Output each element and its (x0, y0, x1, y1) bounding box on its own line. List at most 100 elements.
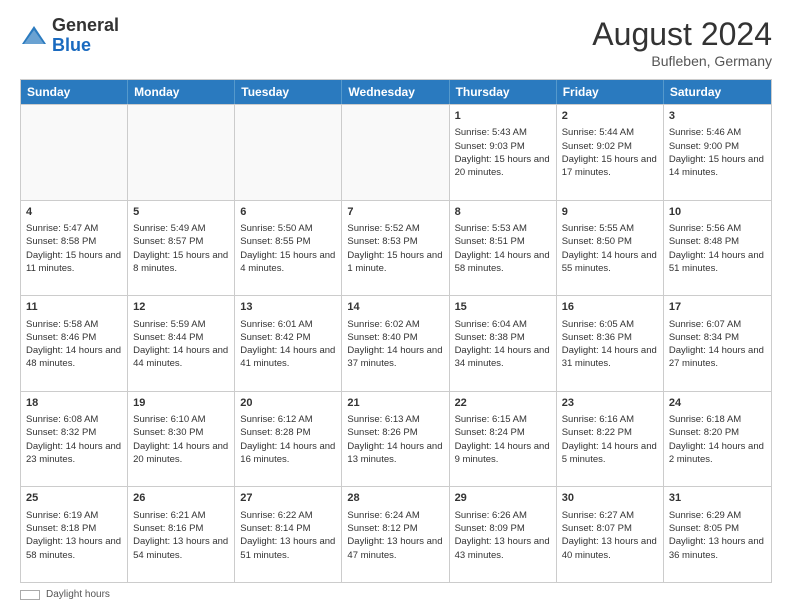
day-number: 24 (669, 396, 766, 411)
day-cell-23: 23 Sunrise: 6:16 AM Sunset: 8:22 PM Dayli… (557, 392, 664, 487)
empty-cell (21, 105, 128, 200)
calendar-week-1: 1Sunrise: 5:43 AM Sunset: 9:03 PM Daylig… (21, 104, 771, 200)
day-cell-15: 15 Sunrise: 6:04 AM Sunset: 8:38 PM Dayli… (450, 296, 557, 391)
day-info: Sunrise: 6:19 AM Sunset: 8:18 PM Dayligh… (26, 510, 121, 561)
day-number: 5 (133, 205, 229, 220)
day-cell-16: 16 Sunrise: 6:05 AM Sunset: 8:36 PM Dayli… (557, 296, 664, 391)
day-cell-19: 19Sunrise: 6:10 AM Sunset: 8:30 PM Dayli… (128, 392, 235, 487)
day-cell-26: 26 Sunrise: 6:21 AM Sunset: 8:16 PM Dayli… (128, 487, 235, 582)
day-header-friday: Friday (557, 80, 664, 104)
logo-general: General (52, 15, 119, 35)
day-cell-28: 28 Sunrise: 6:24 AM Sunset: 8:12 PM Dayli… (342, 487, 449, 582)
day-number: 29 (455, 491, 551, 506)
footer: Daylight hours (20, 589, 772, 600)
day-info: Sunrise: 6:22 AM Sunset: 8:14 PM Dayligh… (240, 510, 335, 561)
day-number: 13 (240, 300, 336, 315)
day-info: Sunrise: 6:18 AM Sunset: 8:20 PM Dayligh… (669, 414, 764, 465)
day-number: 2 (562, 109, 658, 124)
month-year: August 2024 (592, 16, 772, 53)
day-info: Sunrise: 6:05 AM Sunset: 8:36 PM Dayligh… (562, 319, 657, 370)
title-block: August 2024 Bufleben, Germany (592, 16, 772, 69)
day-info: Sunrise: 6:04 AM Sunset: 8:38 PM Dayligh… (455, 319, 550, 370)
day-cell-6: 6Sunrise: 5:50 AM Sunset: 8:55 PM Daylig… (235, 201, 342, 296)
day-info: Sunrise: 5:49 AM Sunset: 8:57 PM Dayligh… (133, 223, 228, 274)
day-cell-14: 14 Sunrise: 6:02 AM Sunset: 8:40 PM Dayli… (342, 296, 449, 391)
day-number: 8 (455, 205, 551, 220)
day-number: 26 (133, 491, 229, 506)
footer-label: Daylight hours (46, 589, 110, 600)
day-info: Sunrise: 6:08 AM Sunset: 8:32 PM Dayligh… (26, 414, 121, 465)
day-info: Sunrise: 5:44 AM Sunset: 9:02 PM Dayligh… (562, 127, 657, 178)
day-cell-25: 25Sunrise: 6:19 AM Sunset: 8:18 PM Dayli… (21, 487, 128, 582)
day-header-sunday: Sunday (21, 80, 128, 104)
day-number: 11 (26, 300, 122, 315)
day-number: 30 (562, 491, 658, 506)
calendar: SundayMondayTuesdayWednesdayThursdayFrid… (20, 79, 772, 583)
logo: General Blue (20, 16, 119, 56)
empty-cell (235, 105, 342, 200)
day-cell-10: 10Sunrise: 5:56 AM Sunset: 8:48 PM Dayli… (664, 201, 771, 296)
day-number: 16 (562, 300, 658, 315)
header: General Blue August 2024 Bufleben, Germa… (20, 16, 772, 69)
day-info: Sunrise: 5:59 AM Sunset: 8:44 PM Dayligh… (133, 319, 228, 370)
day-cell-17: 17Sunrise: 6:07 AM Sunset: 8:34 PM Dayli… (664, 296, 771, 391)
day-header-wednesday: Wednesday (342, 80, 449, 104)
day-cell-8: 8 Sunrise: 5:53 AM Sunset: 8:51 PM Daylig… (450, 201, 557, 296)
day-info: Sunrise: 6:13 AM Sunset: 8:26 PM Dayligh… (347, 414, 442, 465)
day-header-thursday: Thursday (450, 80, 557, 104)
day-info: Sunrise: 5:46 AM Sunset: 9:00 PM Dayligh… (669, 127, 764, 178)
day-number: 12 (133, 300, 229, 315)
page: General Blue August 2024 Bufleben, Germa… (0, 0, 792, 612)
day-info: Sunrise: 6:01 AM Sunset: 8:42 PM Dayligh… (240, 319, 335, 370)
calendar-body: 1Sunrise: 5:43 AM Sunset: 9:03 PM Daylig… (21, 104, 771, 582)
day-info: Sunrise: 6:07 AM Sunset: 8:34 PM Dayligh… (669, 319, 764, 370)
day-number: 6 (240, 205, 336, 220)
day-info: Sunrise: 5:53 AM Sunset: 8:51 PM Dayligh… (455, 223, 550, 274)
logo-icon (20, 22, 48, 50)
day-number: 18 (26, 396, 122, 411)
day-info: Sunrise: 5:47 AM Sunset: 8:58 PM Dayligh… (26, 223, 121, 274)
day-info: Sunrise: 6:29 AM Sunset: 8:05 PM Dayligh… (669, 510, 764, 561)
day-cell-11: 11Sunrise: 5:58 AM Sunset: 8:46 PM Dayli… (21, 296, 128, 391)
day-cell-4: 4 Sunrise: 5:47 AM Sunset: 8:58 PM Daylig… (21, 201, 128, 296)
day-cell-27: 27 Sunrise: 6:22 AM Sunset: 8:14 PM Dayli… (235, 487, 342, 582)
logo-text: General Blue (52, 16, 119, 56)
day-cell-18: 18 Sunrise: 6:08 AM Sunset: 8:32 PM Dayli… (21, 392, 128, 487)
day-cell-3: 3 Sunrise: 5:46 AM Sunset: 9:00 PM Daylig… (664, 105, 771, 200)
day-number: 7 (347, 205, 443, 220)
day-info: Sunrise: 6:21 AM Sunset: 8:16 PM Dayligh… (133, 510, 228, 561)
day-cell-30: 30 Sunrise: 6:27 AM Sunset: 8:07 PM Dayli… (557, 487, 664, 582)
day-cell-24: 24 Sunrise: 6:18 AM Sunset: 8:20 PM Dayli… (664, 392, 771, 487)
day-number: 3 (669, 109, 766, 124)
empty-cell (342, 105, 449, 200)
day-cell-22: 22Sunrise: 6:15 AM Sunset: 8:24 PM Dayli… (450, 392, 557, 487)
day-info: Sunrise: 6:16 AM Sunset: 8:22 PM Dayligh… (562, 414, 657, 465)
day-cell-29: 29 Sunrise: 6:26 AM Sunset: 8:09 PM Dayli… (450, 487, 557, 582)
day-info: Sunrise: 5:55 AM Sunset: 8:50 PM Dayligh… (562, 223, 657, 274)
empty-cell (128, 105, 235, 200)
day-number: 19 (133, 396, 229, 411)
day-number: 27 (240, 491, 336, 506)
day-number: 15 (455, 300, 551, 315)
day-number: 14 (347, 300, 443, 315)
day-header-saturday: Saturday (664, 80, 771, 104)
day-number: 28 (347, 491, 443, 506)
day-number: 23 (562, 396, 658, 411)
day-cell-5: 5 Sunrise: 5:49 AM Sunset: 8:57 PM Daylig… (128, 201, 235, 296)
calendar-week-3: 11Sunrise: 5:58 AM Sunset: 8:46 PM Dayli… (21, 295, 771, 391)
day-info: Sunrise: 6:02 AM Sunset: 8:40 PM Dayligh… (347, 319, 442, 370)
calendar-week-2: 4 Sunrise: 5:47 AM Sunset: 8:58 PM Daylig… (21, 200, 771, 296)
day-number: 1 (455, 109, 551, 124)
day-info: Sunrise: 6:24 AM Sunset: 8:12 PM Dayligh… (347, 510, 442, 561)
day-info: Sunrise: 6:26 AM Sunset: 8:09 PM Dayligh… (455, 510, 550, 561)
day-number: 4 (26, 205, 122, 220)
logo-blue: Blue (52, 35, 91, 55)
day-number: 20 (240, 396, 336, 411)
day-header-tuesday: Tuesday (235, 80, 342, 104)
calendar-week-5: 25Sunrise: 6:19 AM Sunset: 8:18 PM Dayli… (21, 486, 771, 582)
footer-swatch (20, 590, 40, 600)
day-info: Sunrise: 6:27 AM Sunset: 8:07 PM Dayligh… (562, 510, 657, 561)
day-cell-9: 9Sunrise: 5:55 AM Sunset: 8:50 PM Daylig… (557, 201, 664, 296)
day-info: Sunrise: 5:56 AM Sunset: 8:48 PM Dayligh… (669, 223, 764, 274)
day-header-monday: Monday (128, 80, 235, 104)
